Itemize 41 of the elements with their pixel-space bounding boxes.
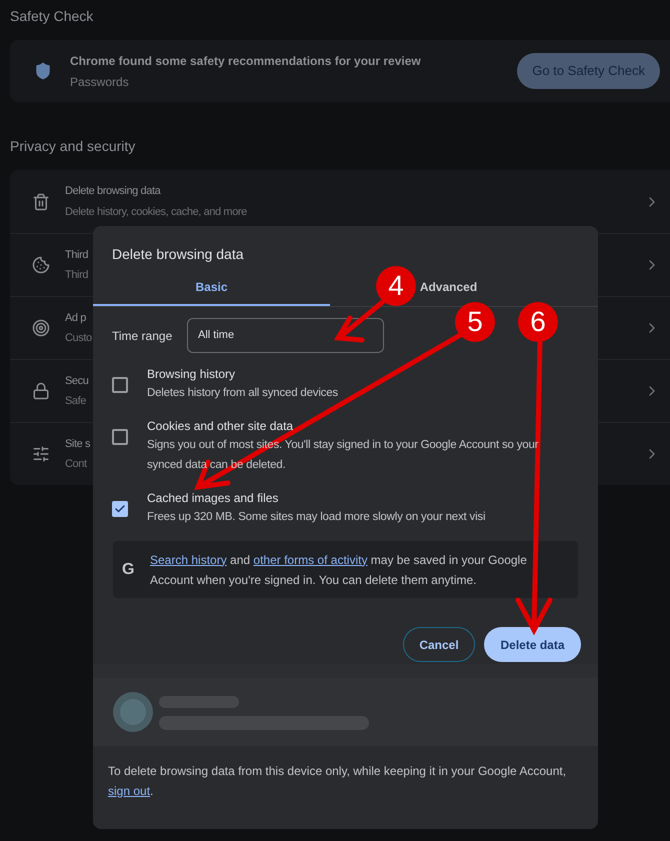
section-heading: Safety Check	[10, 7, 94, 26]
option-description: Frees up 320 MB. Some sites may load more slowly on your next visi	[147, 510, 486, 525]
delete-data-button[interactable]: Delete data	[484, 627, 581, 662]
setting-title: Third	[65, 248, 88, 262]
option-title: Cached images and files	[147, 490, 280, 507]
sliders-icon	[32, 445, 50, 463]
search-history-link[interactable]: Search history	[150, 552, 227, 566]
setting-subtitle: Cont	[65, 457, 87, 472]
setting-subtitle: Third	[65, 268, 88, 283]
dialog-tab[interactable]: Basic	[93, 270, 330, 306]
option-title: Browsing history	[147, 366, 236, 383]
setting-title: Delete browsing data	[65, 184, 160, 199]
sign-out-link[interactable]: sign out	[108, 784, 150, 798]
setting-subtitle: Safe	[65, 394, 86, 409]
dialog-title: Delete browsing data	[111, 245, 245, 264]
cookie-icon	[32, 256, 50, 274]
safety-title: Chrome found some safety recommendations for your review	[70, 52, 422, 70]
setting-subtitle: Custo	[65, 331, 92, 346]
target-icon	[32, 319, 50, 337]
option-checkbox[interactable]	[112, 429, 128, 445]
lock-icon	[32, 382, 50, 400]
option-description: Deletes history from all synced devices	[147, 386, 339, 401]
setting-subtitle: Delete history, cookies, cache, and more	[65, 204, 247, 220]
setting-title: Site s	[65, 436, 90, 452]
setting-title: Secu	[65, 374, 88, 388]
activity-link[interactable]: other forms of activity	[253, 552, 368, 566]
option-checkbox[interactable]	[112, 377, 128, 393]
shield-icon	[34, 62, 52, 80]
option-title: Cookies and other site data	[147, 418, 294, 435]
google-g-icon: G	[122, 558, 150, 582]
time-range-select[interactable]: All time	[187, 318, 384, 353]
check-icon	[114, 503, 126, 515]
trash-icon	[32, 192, 50, 210]
option-checkbox[interactable]	[112, 501, 128, 517]
safety-subtitle: Passwords	[70, 74, 130, 90]
notice-text: Search history and other forms of activity may be saved in your Google Account when you're signed in. You can delete them anytime.	[150, 552, 528, 588]
footer-text: To delete browsing data from this device only, while keeping it in your Google Account, sign out.	[107, 763, 568, 800]
section-heading: Privacy and security	[10, 137, 136, 156]
setting-title: Ad p	[65, 310, 86, 326]
cancel-button[interactable]: Cancel	[403, 627, 475, 662]
time-range-label: Time range	[112, 328, 174, 344]
